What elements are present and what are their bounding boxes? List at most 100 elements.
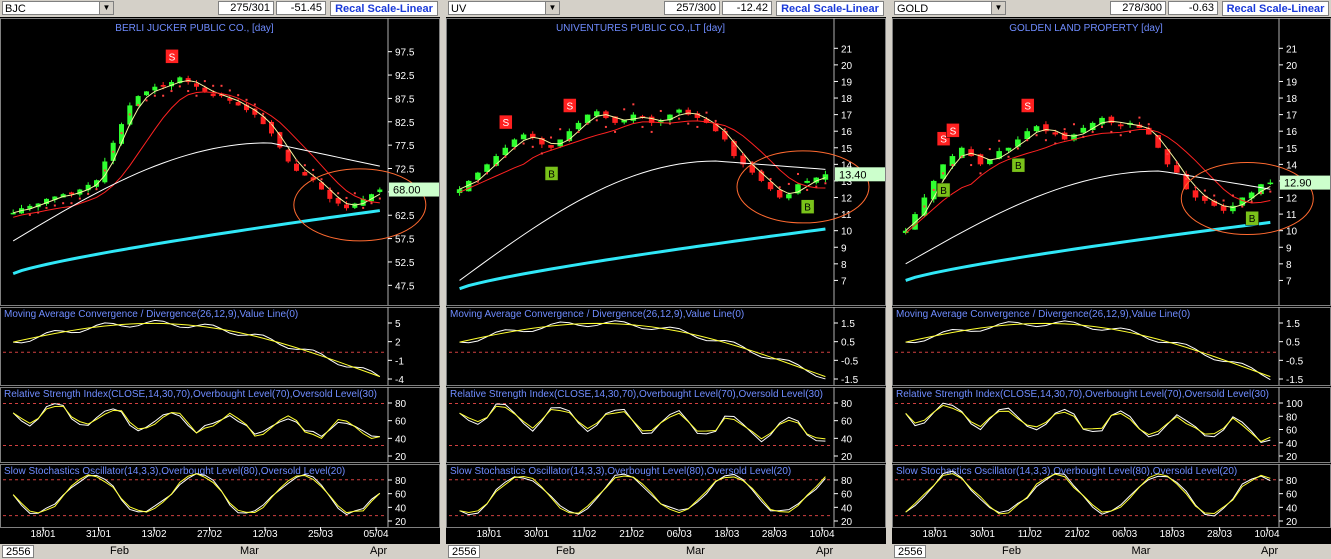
sar-dot: [328, 187, 331, 190]
sar-dot: [1157, 136, 1160, 139]
y-tick-label: 15: [841, 144, 853, 155]
sar-dot: [714, 119, 717, 122]
oscillator-signal-line: [13, 319, 381, 378]
y-tick-label: 40: [841, 503, 853, 514]
signal-label: B: [804, 203, 811, 214]
sar-dot: [1213, 194, 1216, 197]
indicator-title: Moving Average Convergence / Divergence(…: [896, 309, 1190, 320]
x-tick-label: 11/02: [1018, 529, 1043, 540]
sar-dot: [960, 155, 963, 158]
y-tick-label: 60: [395, 490, 407, 501]
y-tick-label: 11: [1286, 210, 1297, 221]
sar-dot: [970, 164, 973, 167]
sar-dot: [278, 136, 281, 139]
sar-dot: [1269, 190, 1272, 193]
sar-dot: [687, 122, 690, 125]
y-tick-label: 1.5: [1286, 319, 1300, 330]
y-tick-label: 19: [841, 77, 853, 88]
year-label: 2556: [448, 545, 481, 558]
sar-dot: [696, 125, 699, 128]
sma-mid-line: [905, 128, 1271, 234]
candle-body: [69, 192, 74, 195]
x-tick-label: 06/03: [1112, 529, 1137, 540]
candle-body: [352, 203, 358, 208]
y-tick-label: 97.5: [395, 48, 415, 59]
sar-dot: [195, 94, 198, 97]
y-tick-label: 10: [841, 227, 853, 238]
sar-dot: [1222, 199, 1225, 202]
sar-dot: [345, 196, 348, 199]
candle-body: [1174, 165, 1180, 173]
y-tick-label: 0.5: [841, 338, 855, 349]
chart-canvas[interactable]: BERLI JUCKER PUBLIC CO., [day] 97.5 92.5 87…: [0, 0, 440, 559]
sar-dot: [37, 211, 40, 214]
y-tick-label: 40: [1286, 503, 1298, 514]
y-tick-label: 10: [1286, 227, 1298, 238]
oscillator-signal-line: [905, 320, 1271, 381]
y-tick-label: 5: [395, 319, 401, 330]
sar-dot: [337, 192, 340, 195]
x-tick-label: 21/02: [1065, 529, 1090, 540]
sar-dot: [62, 202, 65, 205]
chart-canvas[interactable]: UNIVENTURES PUBLIC CO.,LT [day] 21 20 19 18 1…: [446, 0, 886, 559]
y-tick-label: 1.5: [841, 319, 855, 330]
y-tick-label: 8: [841, 260, 847, 271]
sar-dot: [806, 188, 809, 191]
sar-dot: [614, 130, 617, 133]
candle-body: [1267, 182, 1274, 185]
x-tick-label: 12/03: [252, 529, 277, 540]
y-tick-label: 20: [841, 452, 853, 463]
sar-dot: [495, 164, 498, 167]
y-tick-label: 21: [1286, 44, 1298, 55]
candle-body: [776, 190, 783, 198]
sar-dot: [1044, 139, 1047, 142]
chart-panel-bjc: BJC ▼ 275/301 -51.45 Recal Scale-Linear BERLI…: [0, 0, 440, 559]
sma-long-line: [905, 170, 1271, 265]
sar-dot: [1241, 205, 1244, 208]
sar-dot: [979, 172, 982, 175]
y-tick-label: 40: [1286, 439, 1298, 450]
candle-body: [294, 163, 299, 171]
x-tick-label: 30/01: [970, 529, 995, 540]
last-price-label: 12.90: [1284, 178, 1312, 190]
y-tick-label: 12: [841, 194, 853, 205]
x-tick-label: 30/01: [524, 529, 549, 540]
y-tick-label: 60: [1286, 426, 1298, 437]
signal-label: S: [502, 118, 509, 129]
y-tick-label: -4: [395, 375, 404, 386]
signal-label: S: [950, 126, 957, 137]
sar-dot: [1007, 155, 1010, 158]
sar-dot: [988, 148, 991, 151]
candle-body: [1192, 190, 1199, 198]
sar-dot: [568, 139, 571, 142]
y-tick-label: 16: [1286, 127, 1298, 138]
sar-dot: [212, 84, 215, 87]
chart-title: BERLI JUCKER PUBLIC CO., [day]: [115, 23, 274, 34]
candle-body: [1052, 132, 1059, 135]
indicator-title: Slow Stochastics Oscillator(14,3,3),Over…: [4, 466, 345, 477]
indicator-title: Moving Average Convergence / Divergence(…: [4, 309, 298, 320]
candle-body: [1080, 127, 1087, 133]
x-tick-label: 18/01: [30, 529, 55, 540]
sar-dot: [522, 142, 525, 145]
x-tick-label: 05/04: [363, 529, 388, 540]
sma-200-line: [905, 220, 1271, 282]
y-tick-label: 18: [841, 94, 853, 105]
date-axis-bar: 2556 Feb Mar Apr: [892, 544, 1331, 559]
candle-body: [235, 102, 241, 106]
chart-canvas[interactable]: GOLDEN LAND PROPERTY [day] 21 20 19 18 17 16 15…: [892, 0, 1331, 559]
x-tick-label: 13/02: [141, 529, 166, 540]
y-tick-label: 60: [395, 417, 407, 428]
sar-dot: [103, 169, 106, 172]
sar-dot: [923, 205, 926, 208]
sar-dot: [120, 132, 123, 135]
x-tick-label: 10/04: [1254, 529, 1279, 540]
pane-border: [892, 18, 1331, 306]
candle-body: [1033, 126, 1040, 132]
sma-200-line: [459, 227, 826, 291]
y-tick-label: 80: [395, 399, 407, 410]
y-tick-label: 80: [1286, 476, 1298, 487]
sar-dot: [78, 197, 81, 200]
sar-dot: [70, 202, 73, 205]
sar-dot: [787, 182, 790, 185]
